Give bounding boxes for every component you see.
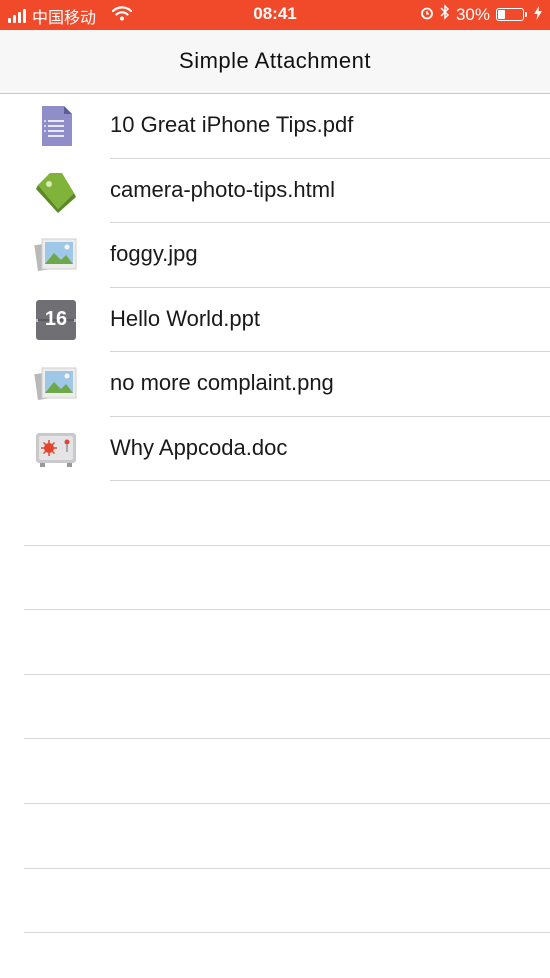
file-list: 10 Great iPhone Tips.pdf camera-photo-ti… [0, 94, 550, 934]
charging-icon [534, 5, 542, 25]
battery-icon [496, 8, 527, 21]
empty-row [0, 869, 550, 934]
list-item[interactable]: no more complaint.png [0, 352, 550, 417]
empty-row [0, 804, 550, 869]
list-item[interactable]: camera-photo-tips.html [0, 159, 550, 223]
document-icon [34, 104, 78, 148]
list-item[interactable]: 10 Great iPhone Tips.pdf [0, 94, 550, 159]
list-item[interactable]: Why Appcoda.doc [0, 417, 550, 481]
tag-icon [34, 169, 78, 213]
alarm-icon [420, 5, 434, 25]
status-right: 30% [420, 4, 542, 25]
empty-row [0, 546, 550, 611]
status-bar: 中国移动 08:41 30% [0, 0, 550, 30]
file-name: foggy.jpg [110, 241, 198, 266]
battery-level [498, 10, 505, 19]
empty-row [0, 739, 550, 804]
navigation-bar: Simple Attachment [0, 30, 550, 94]
file-name: no more complaint.png [110, 370, 334, 395]
battery-percent: 30% [455, 4, 490, 24]
file-name: 10 Great iPhone Tips.pdf [110, 112, 354, 137]
calendar-day: 16 [44, 307, 68, 330]
file-name: Hello World.ppt [110, 305, 260, 331]
bluetooth-icon [440, 4, 450, 25]
empty-row [0, 481, 550, 546]
page-title: Simple Attachment [179, 48, 371, 73]
list-item[interactable]: foggy.jpg [0, 223, 550, 288]
photo-icon [34, 362, 78, 406]
app-screen: 中国移动 08:41 30% Simple Attachment 10 Grea… [0, 0, 550, 978]
list-item[interactable]: 16 Hello World.ppt [0, 288, 550, 352]
calendar-icon: 16 [34, 298, 78, 342]
empty-row [0, 675, 550, 740]
safe-icon [34, 427, 78, 471]
row-divider [24, 932, 550, 934]
empty-row [0, 610, 550, 675]
photo-icon [34, 233, 78, 277]
file-name: camera-photo-tips.html [110, 176, 335, 202]
file-name: Why Appcoda.doc [110, 434, 288, 460]
